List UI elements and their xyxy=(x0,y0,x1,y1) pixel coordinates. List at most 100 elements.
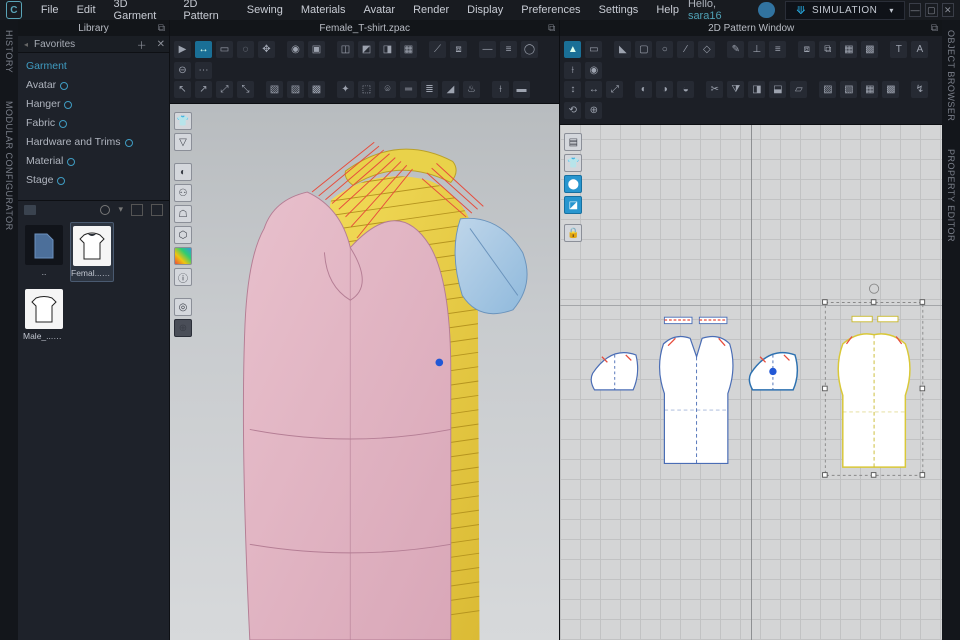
tool-3d-texture3[interactable]: ▩ xyxy=(308,81,325,98)
popout-icon[interactable]: ⧉ xyxy=(931,23,938,34)
vp3d-globe-icon[interactable]: ⊕ xyxy=(174,319,192,337)
vp2d-sewing-icon[interactable]: ⬤ xyxy=(564,175,582,193)
tool-2d-a3[interactable]: ⤢ xyxy=(606,81,623,98)
tool-3d-select[interactable]: ↔ xyxy=(195,41,212,58)
tool-2d-a2[interactable]: ↔ xyxy=(585,81,602,98)
tool-3d-arrange4[interactable]: ⤡ xyxy=(237,81,254,98)
tool-2d-rect[interactable]: ▢ xyxy=(635,41,652,58)
tree-item-fabric[interactable]: Fabric xyxy=(18,114,169,133)
viewport-2d[interactable]: ▤ 👕 ⬤ ◪ 🔒 xyxy=(560,125,942,640)
tool-3d-stitch[interactable]: ⋯ xyxy=(195,62,212,79)
tool-3d-gizmo[interactable]: ✥ xyxy=(258,41,275,58)
tool-2d-b2[interactable]: ◑ xyxy=(656,81,673,98)
options-icon[interactable] xyxy=(151,204,163,216)
tool-2d-transform[interactable]: ▭ xyxy=(585,41,602,58)
vp2d-show-icon[interactable]: ◪ xyxy=(564,196,582,214)
tool-3d-piping[interactable]: ═ xyxy=(400,81,417,98)
tool-3d-texture1[interactable]: ▧ xyxy=(266,81,283,98)
rail-history[interactable]: HISTORY xyxy=(4,30,14,73)
tool-3d-arrange2[interactable]: ↗ xyxy=(195,81,212,98)
vp2d-lock-icon[interactable]: 🔒 xyxy=(564,224,582,242)
tool-2d-circle[interactable]: ○ xyxy=(656,41,673,58)
tool-2d-text[interactable]: T xyxy=(890,41,907,58)
window-maximize[interactable]: ▢ xyxy=(925,3,937,17)
tool-3d-box-select[interactable]: ▭ xyxy=(216,41,233,58)
menu-file[interactable]: File xyxy=(32,4,68,16)
tool-3d-zip[interactable]: ≡ xyxy=(500,41,517,58)
tool-3d-mesh4[interactable]: ▦ xyxy=(400,41,417,58)
menu-edit[interactable]: Edit xyxy=(68,4,105,16)
search-icon[interactable] xyxy=(100,205,110,215)
tool-3d-puck[interactable]: ⌾ xyxy=(379,81,396,98)
vp2d-pattern-icon[interactable]: ▤ xyxy=(564,133,582,151)
tool-2d-c1[interactable]: ✂ xyxy=(706,81,723,98)
simulation-button[interactable]: ⟱SIMULATION▾ xyxy=(785,1,905,20)
tool-2d-edit[interactable]: ▲ xyxy=(564,41,581,58)
tool-3d-arrange3[interactable]: ⤢ xyxy=(216,81,233,98)
tool-2d-e2[interactable]: ⟲ xyxy=(564,102,581,119)
tool-2d-sew3[interactable]: ▦ xyxy=(840,41,857,58)
vp3d-arrange-icon[interactable]: ⬡ xyxy=(174,226,192,244)
tool-2d-d4[interactable]: ▩ xyxy=(882,81,899,98)
tool-3d-simulate[interactable]: ▶ xyxy=(174,41,191,58)
vp3d-garment-icon[interactable]: 👕 xyxy=(174,112,192,130)
library-close-tab-icon[interactable]: ✕ xyxy=(157,39,165,50)
tool-2d-sew1[interactable]: ⧈ xyxy=(798,41,815,58)
menu-avatar[interactable]: Avatar xyxy=(355,4,405,16)
tool-2d-sym[interactable]: ⟊ xyxy=(564,62,581,79)
tool-2d-b1[interactable]: ◐ xyxy=(635,81,652,98)
tool-3d-mesh2[interactable]: ◩ xyxy=(358,41,375,58)
vp3d-shirt-icon[interactable]: ▽ xyxy=(174,133,192,151)
vp2d-shirt-icon[interactable]: 👕 xyxy=(564,154,582,172)
tool-2d-e1[interactable]: ↯ xyxy=(911,81,928,98)
window-close[interactable]: ✕ xyxy=(942,3,954,17)
tool-3d-measure[interactable]: ⟊ xyxy=(492,81,509,98)
thumb-up-folder[interactable]: .. xyxy=(22,222,66,282)
menu-sewing[interactable]: Sewing xyxy=(238,4,292,16)
tool-2d-d3[interactable]: ▦ xyxy=(861,81,878,98)
tool-3d-pinbox[interactable]: ▣ xyxy=(308,41,325,58)
tool-2d-a1[interactable]: ↕ xyxy=(564,81,581,98)
tool-3d-lasso[interactable]: ◌ xyxy=(237,41,254,58)
menu-help[interactable]: Help xyxy=(647,4,688,16)
rail-object-browser[interactable]: OBJECT BROWSER xyxy=(946,30,956,121)
tool-3d-sew2[interactable]: ⧈ xyxy=(450,41,467,58)
tool-3d-graphic[interactable]: ✦ xyxy=(337,81,354,98)
tool-2d-poly[interactable]: ◣ xyxy=(614,41,631,58)
tool-2d-cam[interactable]: ◉ xyxy=(585,62,602,79)
tool-3d-print[interactable]: ⬚ xyxy=(358,81,375,98)
tool-2d-d1[interactable]: ▨ xyxy=(819,81,836,98)
rail-property-editor[interactable]: PROPERTY EDITOR xyxy=(946,149,956,242)
tool-2d-sew4[interactable]: ▩ xyxy=(861,41,878,58)
tree-item-material[interactable]: Material xyxy=(18,152,169,171)
window-minimize[interactable]: — xyxy=(909,3,921,17)
tool-3d-ruler[interactable]: ▬ xyxy=(513,81,530,98)
thumb-female-tshirt[interactable]: Femal...zpac xyxy=(70,222,114,282)
vp3d-avatar-icon[interactable]: ☖ xyxy=(174,205,192,223)
library-popout-icon[interactable]: ⧉ xyxy=(158,23,165,34)
cloud-sync-icon[interactable] xyxy=(758,2,775,18)
folder-icon[interactable] xyxy=(24,205,36,215)
tree-item-hanger[interactable]: Hanger xyxy=(18,95,169,114)
tree-item-garment[interactable]: Garment xyxy=(18,57,169,76)
tool-3d-mesh3[interactable]: ◨ xyxy=(379,41,396,58)
vp3d-stress-icon[interactable] xyxy=(174,247,192,265)
tool-2d-e3[interactable]: ⊕ xyxy=(585,102,602,119)
tree-item-hardware-trims[interactable]: Hardware and Trims xyxy=(18,133,169,152)
menu-materials[interactable]: Materials xyxy=(292,4,355,16)
vp3d-shade-icon[interactable]: ◐ xyxy=(174,163,192,181)
tool-2d-seam[interactable]: ≡ xyxy=(769,41,786,58)
tool-2d-d2[interactable]: ▧ xyxy=(840,81,857,98)
tool-3d-mesh1[interactable]: ◫ xyxy=(337,41,354,58)
tool-3d-sew[interactable]: ⟋ xyxy=(429,41,446,58)
tool-2d-c3[interactable]: ◨ xyxy=(748,81,765,98)
menu-display[interactable]: Display xyxy=(458,4,512,16)
vp3d-avatar-show-icon[interactable]: ⚇ xyxy=(174,184,192,202)
vp3d-camera-icon[interactable]: ◎ xyxy=(174,298,192,316)
tool-2d-b3[interactable]: ◒ xyxy=(677,81,694,98)
tree-item-avatar[interactable]: Avatar xyxy=(18,76,169,95)
tool-3d-fold[interactable]: ◢ xyxy=(442,81,459,98)
menu-settings[interactable]: Settings xyxy=(590,4,648,16)
tool-2d-trace[interactable]: ✎ xyxy=(727,41,744,58)
grid-view-icon[interactable] xyxy=(131,204,143,216)
